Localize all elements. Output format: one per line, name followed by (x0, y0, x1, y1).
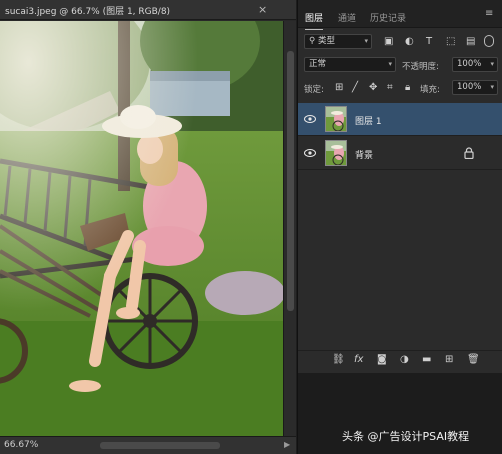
tab-channels[interactable]: 通道 (338, 11, 356, 24)
chevron-down-icon: ▾ (364, 37, 368, 45)
filter-type-icon[interactable]: T (426, 36, 432, 48)
lock-transparent-pixels-icon[interactable]: ⊞ (335, 82, 343, 94)
new-layer-icon[interactable]: ⊞ (445, 354, 453, 365)
fill-value: 100% (457, 82, 482, 92)
lock-position-icon[interactable]: ✥ (369, 82, 377, 94)
fill-field[interactable]: 100% ▾ (452, 80, 498, 95)
opacity-field[interactable]: 100% ▾ (452, 57, 498, 72)
vertical-scroll-thumb[interactable] (287, 51, 294, 311)
chevron-down-icon: ▾ (388, 60, 392, 68)
layers-footer-toolbar: ⛓︎ fx ◙ ◑ ▬ ⊞ 🗑︎ (298, 350, 502, 372)
filter-shape-icon[interactable]: ⬚ (446, 36, 455, 48)
opacity-value: 100% (457, 59, 482, 69)
fx-icon[interactable]: fx (354, 354, 363, 365)
lock-label: 锁定: (304, 85, 324, 95)
layer-name[interactable]: 图层 1 (355, 114, 382, 127)
scroll-right-arrow-icon[interactable]: ▶ (284, 440, 290, 449)
lock-image-pixels-icon[interactable]: ╱ (352, 82, 358, 94)
opacity-label: 不透明度: (402, 62, 439, 72)
vertical-scrollbar[interactable] (283, 21, 296, 436)
layer-filter-row: ⚲ 类型 ▾ ▣ ◐ T ⬚ ▤ (298, 33, 502, 51)
adjustment-icon[interactable]: ◑ (400, 354, 409, 365)
filter-adjustment-icon[interactable]: ◐ (405, 36, 414, 48)
search-icon: ⚲ (309, 36, 318, 46)
folder-icon[interactable]: ▬ (422, 354, 431, 365)
close-icon[interactable]: × (258, 3, 267, 16)
image-canvas[interactable] (0, 21, 283, 436)
lock-fill-row: 锁定: ⊞ ╱ ✥ ⌗ 🔒︎ 填充: 100% ▾ (298, 80, 502, 98)
status-bar: 66.67% ▶ (0, 436, 296, 454)
mask-icon[interactable]: ◙ (377, 354, 387, 365)
filter-smart-object-icon[interactable]: ▤ (466, 36, 475, 48)
blend-mode-select[interactable]: 正常 ▾ (304, 57, 396, 72)
eye-icon[interactable] (304, 113, 316, 125)
fill-label: 填充: (420, 85, 440, 95)
document-window: sucai3.jpeg @ 66.7% (图层 1, RGB/8) × 66.6… (0, 0, 296, 454)
layers-panel: 图层 通道 历史记录 ≡ ⚲ 类型 ▾ ▣ ◐ T ⬚ ▤ 正常 ▾ 不透明度: 1… (297, 0, 502, 454)
tab-history[interactable]: 历史记录 (370, 11, 406, 24)
zoom-level[interactable]: 66.67% (4, 440, 38, 450)
photo-canvas-image (0, 21, 283, 436)
horizontal-scroll-thumb[interactable] (100, 442, 220, 449)
document-tab-title[interactable]: sucai3.jpeg @ 66.7% (图层 1, RGB/8) (5, 4, 170, 17)
filter-kind-label: 类型 (317, 36, 335, 46)
layer-name[interactable]: 背景 (355, 148, 373, 161)
tab-layers[interactable]: 图层 (305, 11, 324, 30)
watermark-text: 头条 @广告设计PSAI教程 (342, 430, 470, 443)
layer-thumbnail (325, 106, 347, 132)
layer-thumbnail (325, 140, 347, 166)
lock-all-icon[interactable]: 🔒︎ (405, 82, 410, 94)
lock-icon[interactable] (464, 147, 474, 159)
layer-row-background[interactable]: 背景 (298, 137, 502, 170)
filter-kind-select[interactable]: ⚲ 类型 ▾ (304, 34, 372, 49)
layers-list: 图层 1 背景 (298, 100, 502, 350)
trash-icon[interactable]: 🗑︎ (467, 354, 480, 365)
chevron-down-icon: ▾ (490, 60, 494, 68)
link-icon[interactable]: ⛓︎ (332, 354, 345, 365)
panel-tab-bar: 图层 通道 历史记录 ≡ (298, 0, 502, 30)
eye-icon[interactable] (304, 147, 316, 159)
lock-artboard-icon[interactable]: ⌗ (387, 82, 393, 94)
blend-mode-value: 正常 (309, 59, 327, 69)
panel-menu-icon[interactable]: ≡ (485, 8, 493, 19)
blend-opacity-row: 正常 ▾ 不透明度: 100% ▾ (298, 56, 502, 74)
filter-toggle-icon[interactable] (484, 35, 494, 47)
layer-row-layer-1[interactable]: 图层 1 (298, 103, 502, 136)
chevron-down-icon: ▾ (490, 83, 494, 91)
document-tab[interactable]: sucai3.jpeg @ 66.7% (图层 1, RGB/8) × (0, 0, 296, 20)
filter-pixel-icon[interactable]: ▣ (384, 36, 393, 48)
